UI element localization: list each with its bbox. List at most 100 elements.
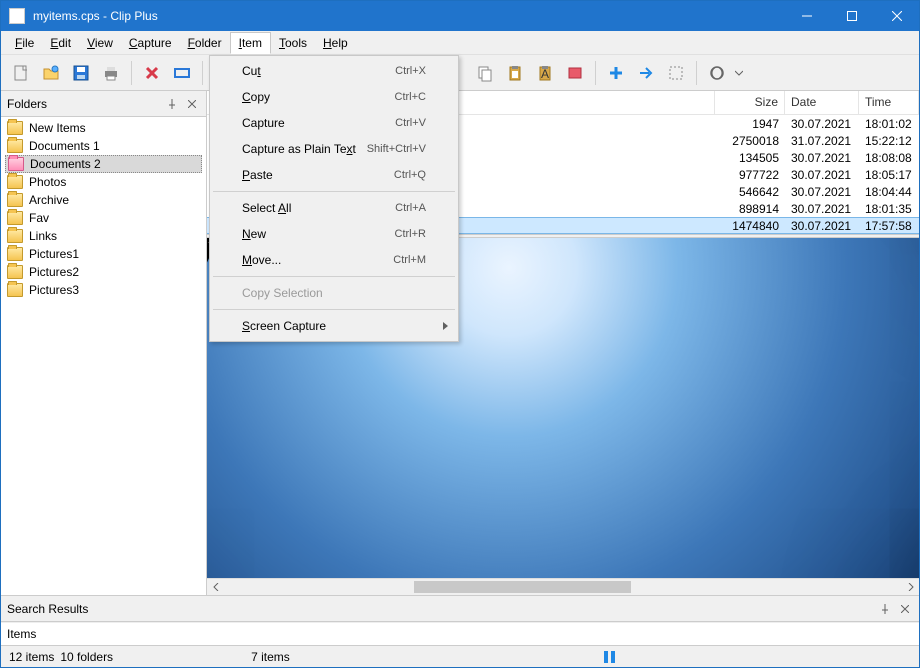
close-pane-icon[interactable] [184,96,200,112]
dropdown-arrow-icon[interactable] [733,59,745,87]
menu-item-capture[interactable]: CaptureCtrl+V [212,110,456,136]
col-size[interactable]: Size [715,91,785,114]
menubar: FileEditViewCaptureFolderItemToolsHelp [1,31,919,55]
menu-separator [213,191,455,192]
folder-icon [7,121,23,135]
aperture-icon[interactable] [703,59,731,87]
folder-label: Photos [29,175,66,189]
menu-item-paste[interactable]: PasteCtrl+Q [212,162,456,188]
menu-separator [213,276,455,277]
pin-icon[interactable] [164,96,180,112]
pin-icon[interactable] [877,601,893,617]
add-icon[interactable] [602,59,630,87]
selection-dashed-icon[interactable] [662,59,690,87]
menu-item-capture-as-plain-text[interactable]: Capture as Plain TextShift+Ctrl+V [212,136,456,162]
new-file-icon[interactable] [7,59,35,87]
col-time[interactable]: Time [859,91,919,114]
folder-label: Archive [29,193,69,207]
menu-item[interactable]: Item [230,32,271,54]
open-folder-icon[interactable] [37,59,65,87]
menu-edit[interactable]: Edit [42,33,79,53]
preview-scrollbar[interactable] [207,578,919,595]
folder-icon [7,211,23,225]
toolbar: A [1,55,919,91]
folder-pictures2[interactable]: Pictures2 [5,263,202,281]
status-folders: 10 folders [60,650,113,664]
menu-item-screen-capture[interactable]: Screen Capture [212,313,456,339]
folder-icon [7,139,23,153]
svg-text:A: A [541,67,549,81]
col-date[interactable]: Date [785,91,859,114]
folder-new-items[interactable]: New Items [5,119,202,137]
toolbar-separator [595,61,596,85]
scroll-left-icon[interactable] [207,579,224,596]
menu-separator [213,309,455,310]
menu-help[interactable]: Help [315,33,356,53]
item-menu-dropdown[interactable]: CutCtrl+XCopyCtrl+CCaptureCtrl+VCapture … [209,55,459,342]
print-icon[interactable] [97,59,125,87]
scroll-thumb[interactable] [414,581,631,593]
scroll-right-icon[interactable] [902,579,919,596]
window-title: myitems.cps - Clip Plus [33,9,784,23]
folder-label: New Items [29,121,86,135]
menu-item-copy[interactable]: CopyCtrl+C [212,84,456,110]
folder-icon [8,157,24,171]
status-bar: 12 items 10 folders 7 items [1,645,919,667]
delete-icon[interactable] [138,59,166,87]
folder-label: Documents 1 [29,139,100,153]
menu-view[interactable]: View [79,33,121,53]
folder-pictures1[interactable]: Pictures1 [5,245,202,263]
folder-label: Pictures1 [29,247,79,261]
menu-file[interactable]: File [7,33,42,53]
toolbar-separator [202,61,203,85]
folder-label: Pictures3 [29,283,79,297]
save-icon[interactable] [67,59,95,87]
app-icon [9,8,25,24]
status-items: 12 items [9,650,54,664]
titlebar: myitems.cps - Clip Plus [1,1,919,31]
paste-text-icon[interactable]: A [531,59,559,87]
menu-folder[interactable]: Folder [180,33,230,53]
minimize-button[interactable] [784,1,829,31]
folders-title: Folders [7,97,160,111]
rectangle-select-icon[interactable] [168,59,196,87]
folder-fav[interactable]: Fav [5,209,202,227]
folder-links[interactable]: Links [5,227,202,245]
menu-tools[interactable]: Tools [271,33,315,53]
folder-pictures3[interactable]: Pictures3 [5,281,202,299]
search-title: Search Results [7,602,873,616]
close-button[interactable] [874,1,919,31]
folder-documents-2[interactable]: Documents 2 [5,155,202,173]
menu-item-select-all[interactable]: Select AllCtrl+A [212,195,456,221]
toolbar-separator [696,61,697,85]
folder-icon [7,175,23,189]
menu-capture[interactable]: Capture [121,33,180,53]
folder-icon [7,229,23,243]
menu-item-move-[interactable]: Move...Ctrl+M [212,247,456,273]
menu-item-cut[interactable]: CutCtrl+X [212,58,456,84]
card-icon[interactable] [561,59,589,87]
folder-label: Fav [29,211,49,225]
copy-icon[interactable] [471,59,499,87]
folder-archive[interactable]: Archive [5,191,202,209]
clipboard-icon[interactable] [501,59,529,87]
close-pane-icon[interactable] [897,601,913,617]
folder-label: Documents 2 [30,157,101,171]
folder-photos[interactable]: Photos [5,173,202,191]
maximize-button[interactable] [829,1,874,31]
search-header: Search Results [1,596,919,622]
search-items-label: Items [1,622,919,645]
search-results-pane: Search Results Items [1,595,919,645]
folder-documents-1[interactable]: Documents 1 [5,137,202,155]
menu-item-new[interactable]: NewCtrl+R [212,221,456,247]
folder-list[interactable]: New Items Documents 1 Documents 2 Photos Arc… [1,117,206,301]
toolbar-separator [131,61,132,85]
pause-icon[interactable] [604,651,615,663]
folder-icon [7,193,23,207]
arrow-right-icon[interactable] [632,59,660,87]
folder-icon [7,283,23,297]
folders-pane: Folders New Items Documents 1 Documents 2 P… [1,91,207,595]
folders-header: Folders [1,91,206,117]
folder-icon [7,247,23,261]
folder-label: Pictures2 [29,265,79,279]
